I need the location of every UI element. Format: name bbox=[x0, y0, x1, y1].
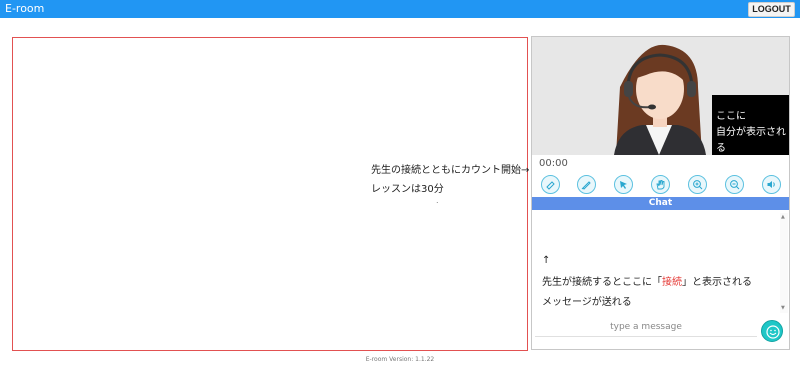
zoom-out-icon[interactable] bbox=[725, 175, 744, 194]
app-title: E-room bbox=[5, 2, 45, 15]
emoji-button[interactable] bbox=[761, 320, 783, 342]
chat-log: ↑ 先生が接続するとここに「接続」と表示される メッセージが送れる bbox=[532, 211, 789, 313]
scroll-down-icon[interactable]: ▼ bbox=[781, 305, 785, 311]
pointer-icon[interactable] bbox=[614, 175, 633, 194]
chat-line-2: メッセージが送れる bbox=[542, 297, 632, 308]
message-input[interactable] bbox=[535, 317, 757, 337]
smiley-icon bbox=[766, 325, 780, 339]
eraser-icon[interactable] bbox=[541, 175, 560, 194]
chat-line-1-pre: 先生が接続するとここに「 bbox=[542, 277, 662, 288]
version-footer: E-room Version: 1.1.22 bbox=[365, 356, 435, 363]
self-box-line2: 自分が表示される bbox=[716, 127, 786, 154]
zoom-in-icon[interactable] bbox=[688, 175, 707, 194]
board-note-line2: レッスンは30分 bbox=[371, 184, 444, 195]
lesson-timer: 00:00 bbox=[539, 158, 568, 169]
chat-line-1: 先生が接続するとここに「接続」と表示される bbox=[542, 273, 752, 288]
chat-scrollbar[interactable] bbox=[780, 213, 788, 313]
top-bar: E-room LOGOUT bbox=[0, 0, 800, 18]
board-note-line1: 先生の接続とともにカウント開始→ bbox=[371, 165, 530, 176]
whiteboard[interactable]: 先生の接続とともにカウント開始→ レッスンは30分 bbox=[12, 37, 530, 351]
logout-button[interactable]: LOGOUT bbox=[748, 2, 795, 17]
pen-icon[interactable] bbox=[577, 175, 596, 194]
board-dot: . bbox=[436, 196, 439, 205]
teacher-video: ここに 自分が表示される bbox=[532, 37, 789, 155]
chat-arrow: ↑ bbox=[542, 255, 551, 266]
scroll-up-icon[interactable]: ▲ bbox=[781, 214, 785, 220]
side-panel: ここに 自分が表示される 00:00 Chat ↑ 先生が接続するとここに「接続… bbox=[531, 36, 790, 350]
hand-icon[interactable] bbox=[651, 175, 670, 194]
chat-header: Chat bbox=[532, 197, 789, 210]
self-video-box: ここに 自分が表示される bbox=[712, 95, 789, 155]
speaker-icon[interactable] bbox=[762, 175, 781, 194]
chat-line-1-highlight: 接続 bbox=[662, 277, 682, 288]
tool-bar bbox=[532, 175, 789, 197]
chat-line-1-post: 」と表示される bbox=[682, 277, 752, 288]
self-box-line1: ここに bbox=[716, 111, 746, 122]
